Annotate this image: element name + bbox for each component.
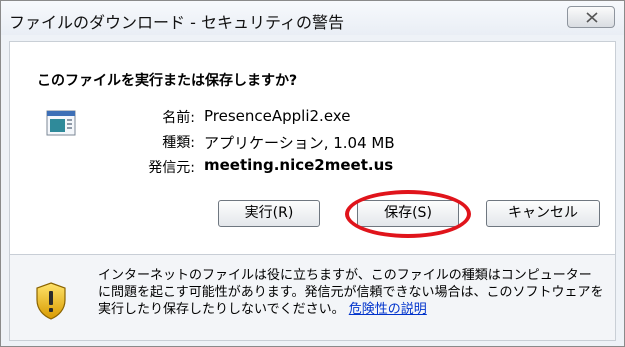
highlight-ring bbox=[345, 190, 471, 238]
run-button[interactable]: 実行(R) bbox=[218, 200, 320, 227]
shield-warning-icon bbox=[34, 281, 68, 325]
type-value: アプリケーション, 1.04 MB bbox=[204, 134, 395, 152]
executable-file-icon bbox=[46, 110, 76, 136]
warning-text-block: インターネットのファイルは役に立ちますが、このファイルの種類はコンピューターに問… bbox=[98, 267, 604, 318]
window-title: ファイルのダウンロード - セキュリティの警告 bbox=[9, 13, 344, 32]
download-security-dialog: ファイルのダウンロード - セキュリティの警告 このファイルを実行または保存しま… bbox=[0, 0, 625, 347]
type-label: 種類: bbox=[162, 135, 195, 151]
from-label: 発信元: bbox=[148, 160, 195, 176]
warning-section: インターネットのファイルは役に立ちますが、このファイルの種類はコンピューターに問… bbox=[10, 255, 615, 340]
close-x-icon bbox=[586, 12, 598, 23]
close-button[interactable] bbox=[567, 6, 615, 28]
dialog-panel: このファイルを実行または保存しますか? 名前: PresenceAppli2.e… bbox=[9, 41, 616, 341]
name-value: PresenceAppli2.exe bbox=[204, 107, 351, 125]
cancel-button[interactable]: キャンセル bbox=[486, 200, 600, 227]
from-value: meeting.nice2meet.us bbox=[204, 156, 394, 174]
question-text: このファイルを実行または保存しますか? bbox=[37, 73, 298, 89]
name-label: 名前: bbox=[162, 110, 195, 126]
title-bar: ファイルのダウンロード - セキュリティの警告 bbox=[1, 1, 624, 35]
risk-explanation-link[interactable]: 危険性の説明 bbox=[349, 302, 427, 317]
